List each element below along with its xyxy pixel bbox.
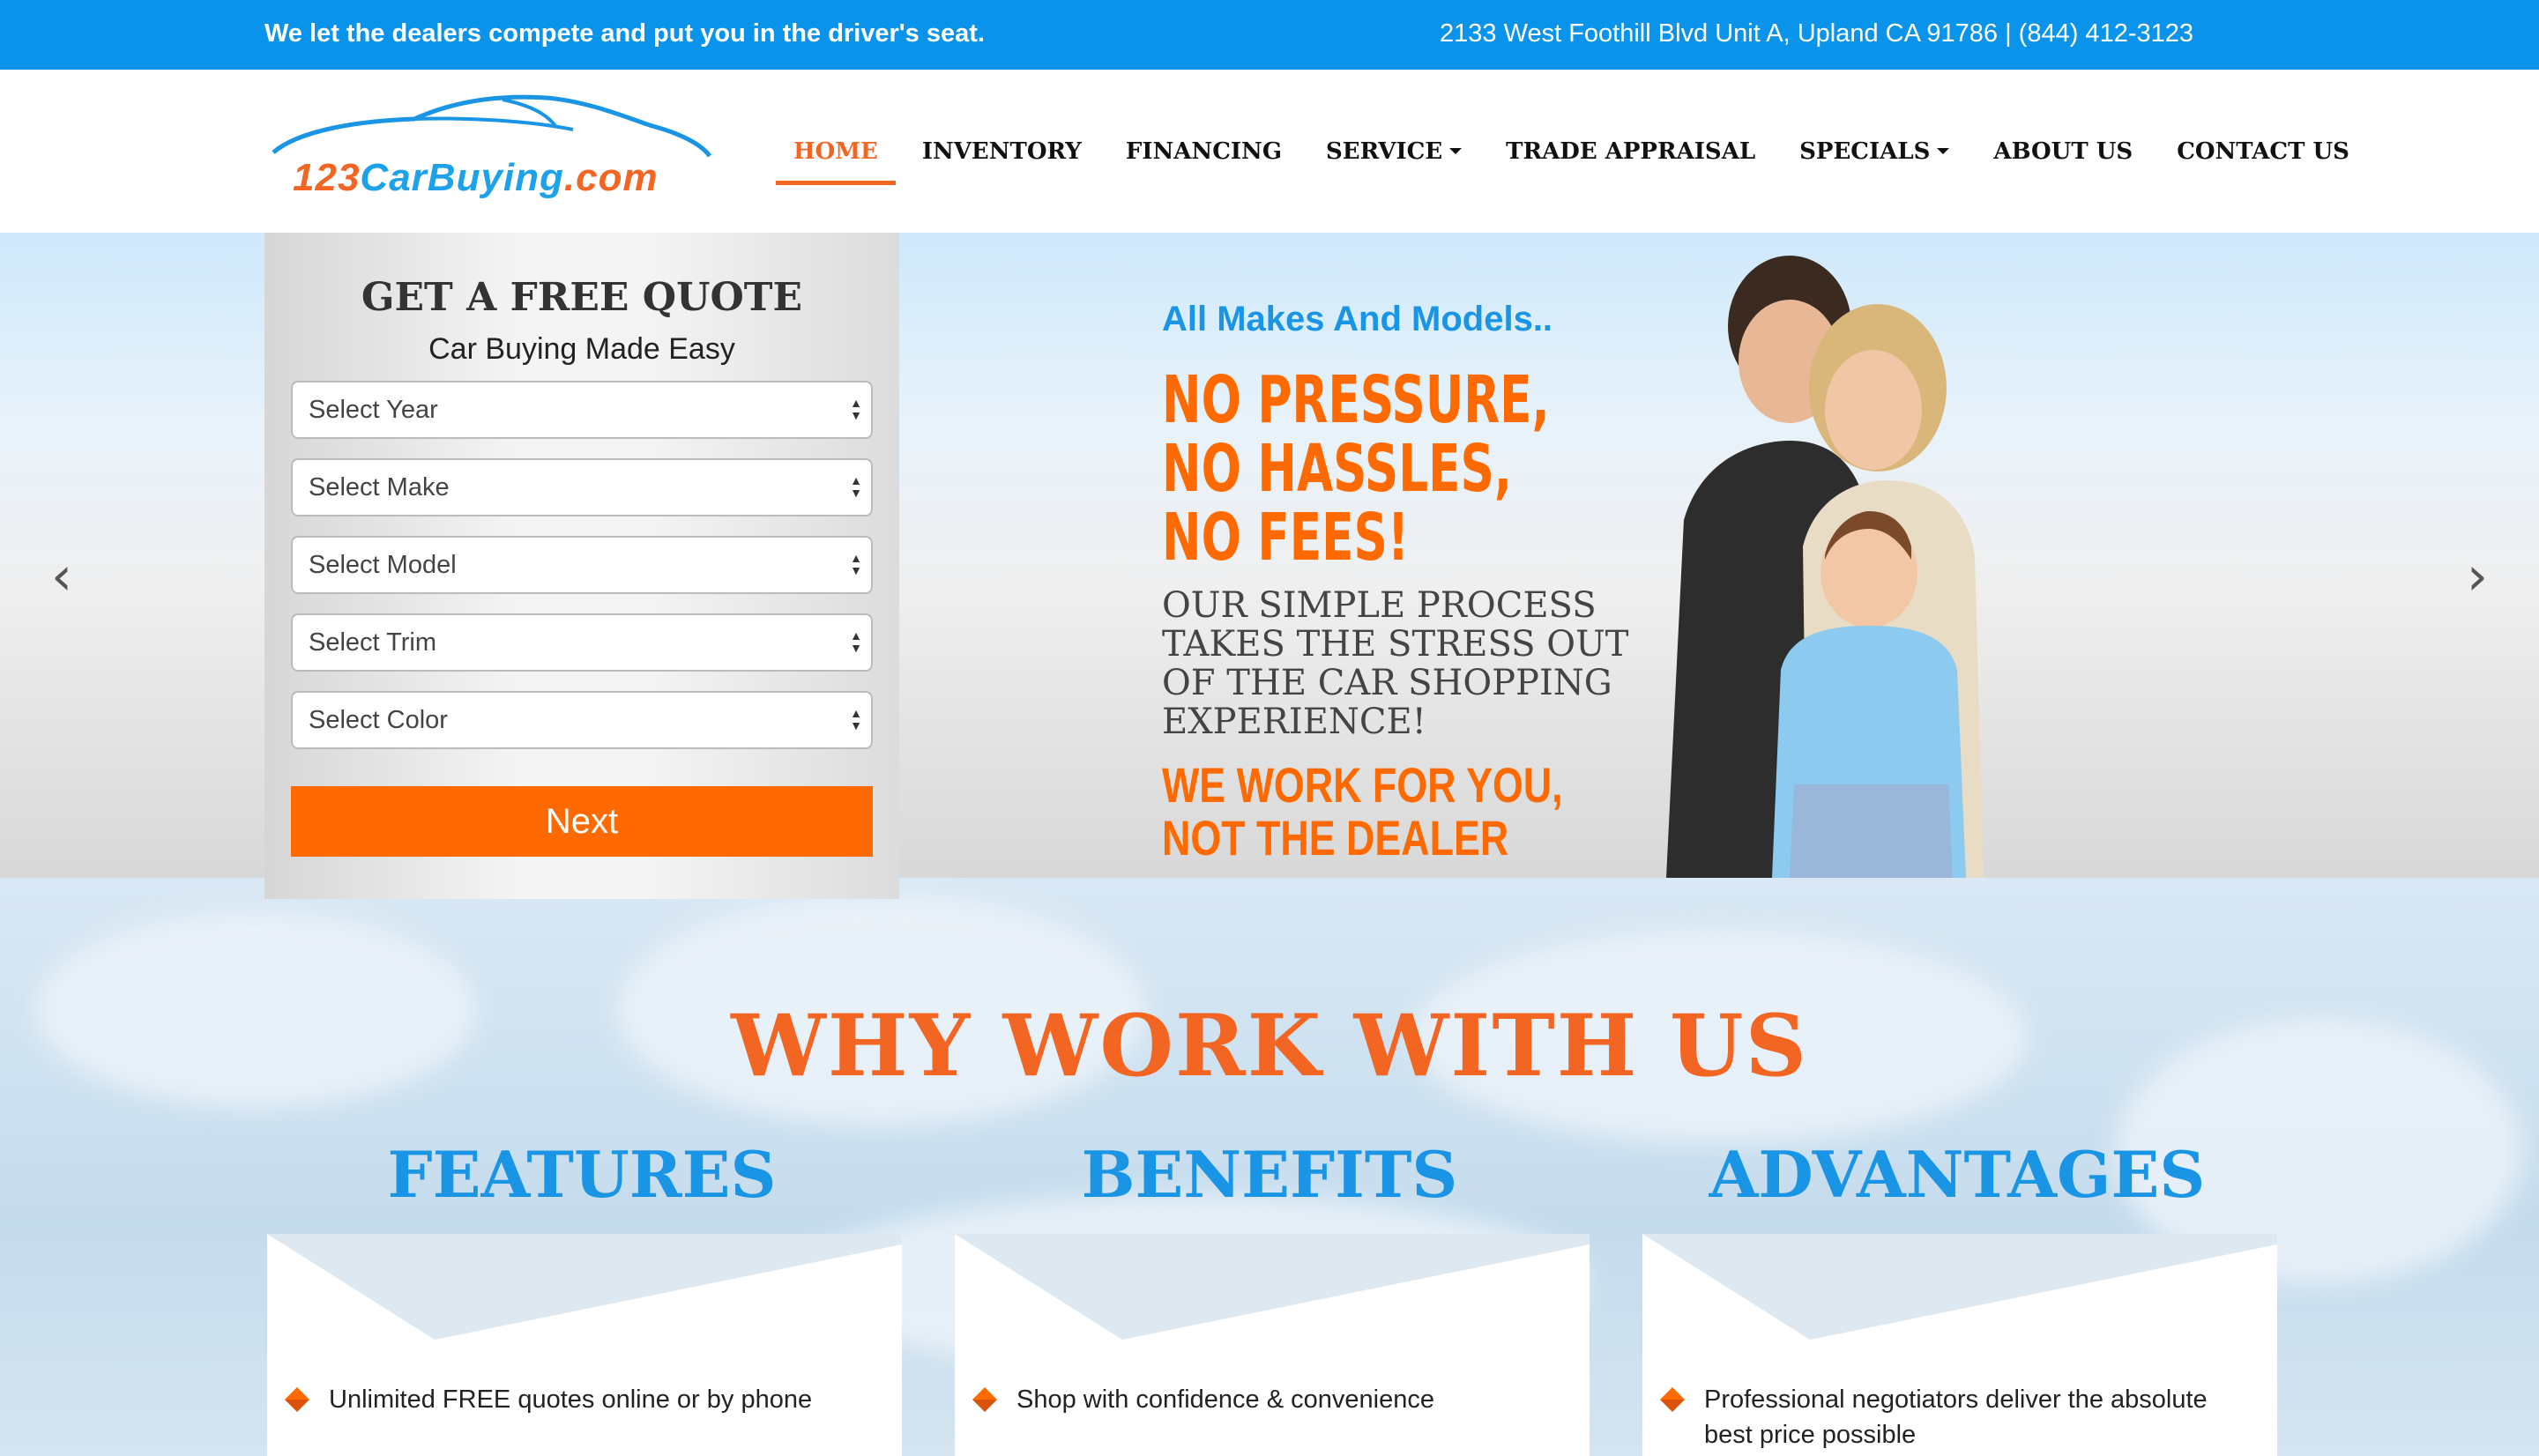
section-heading: WHY WORK WITH US (731, 996, 1808, 1096)
hero-copy: All Makes And Models.. NO PRESSURE, NO H… (1162, 300, 1744, 865)
hero-headline: NO PRESSURE, NO HASSLES, NO FEES! (1162, 362, 1550, 576)
nav-financing[interactable]: FINANCING (1126, 138, 1282, 165)
advantages-card: Professional negotiators deliver the abs… (1642, 1234, 2277, 1456)
contact-address: 2133 West Foothill Blvd Unit A, Upland C… (1440, 19, 2193, 48)
select-model-value: Select Model (309, 551, 457, 579)
select-color[interactable]: Select Color ▲ ▼ (291, 691, 873, 749)
quote-title: GET A FREE QUOTE (361, 275, 803, 320)
site-logo[interactable]: 123CarBuying.com (264, 94, 714, 209)
select-model[interactable]: Select Model ▲ ▼ (291, 536, 873, 594)
diamond-bullet-icon (1660, 1387, 1685, 1412)
main-nav: HOME INVENTORY FINANCING SERVICE TRADE A… (776, 70, 2394, 233)
updown-icon: ▲ ▼ (850, 628, 862, 655)
benefits-card: Shop with confidence & convenience (955, 1234, 1590, 1456)
nav-trade-appraisal[interactable]: TRADE APPRAISAL (1506, 138, 1755, 165)
hero-body: OUR SIMPLE PROCESS TAKES THE STRESS OUT … (1162, 585, 1629, 742)
nav-inventory[interactable]: INVENTORY (922, 138, 1082, 165)
logo-name: CarBuying (360, 156, 564, 199)
select-make-value: Select Make (309, 473, 450, 501)
nav-specials-label: SPECIALS (1799, 137, 1931, 165)
select-make[interactable]: Select Make ▲ ▼ (291, 458, 873, 516)
advantages-title: ADVANTAGES (1709, 1137, 2206, 1212)
nav-contact-us[interactable]: CONTACT US (2177, 138, 2349, 165)
select-color-value: Select Color (309, 706, 448, 734)
select-trim-value: Select Trim (309, 628, 437, 657)
hero-kicker: All Makes And Models.. (1162, 300, 1553, 338)
car-outline-icon (272, 94, 712, 158)
nav-service[interactable]: SERVICE (1326, 137, 1463, 165)
next-button[interactable]: Next (291, 786, 873, 857)
logo-number: 123 (293, 156, 361, 199)
quote-subtitle: Car Buying Made Easy (428, 332, 735, 366)
benefits-title: BENEFITS (1081, 1137, 1458, 1212)
features-title: FEATURES (387, 1137, 777, 1212)
diamond-bullet-icon (972, 1387, 997, 1412)
logo-domain: .com (563, 156, 659, 199)
card-fold (1642, 1234, 2277, 1340)
nav-home[interactable]: HOME (776, 138, 896, 185)
card-fold (267, 1234, 902, 1340)
quote-form: GET A FREE QUOTE Car Buying Made Easy Se… (264, 233, 899, 899)
updown-icon: ▲ ▼ (850, 473, 862, 500)
header: 123CarBuying.com HOME INVENTORY FINANCIN… (0, 70, 2539, 233)
chevron-right-icon[interactable]: › (2467, 546, 2488, 607)
updown-icon: ▲ ▼ (850, 551, 862, 577)
diamond-bullet-icon (285, 1387, 309, 1412)
caret-down-icon (1449, 148, 1463, 154)
advantages-item-text: Professional negotiators deliver the abs… (1704, 1385, 2208, 1449)
tagline: We let the dealers compete and put you i… (264, 19, 985, 48)
select-year-value: Select Year (309, 396, 438, 424)
list-item: Shop with confidence & convenience (972, 1382, 1572, 1417)
top-bar: We let the dealers compete and put you i… (0, 0, 2539, 70)
select-year[interactable]: Select Year ▲ ▼ (291, 381, 873, 439)
nav-about-us[interactable]: ABOUT US (1993, 138, 2133, 165)
card-fold (955, 1234, 1590, 1340)
benefits-item-text: Shop with confidence & convenience (1016, 1385, 1434, 1414)
nav-service-label: SERVICE (1326, 137, 1443, 165)
hero-tagline: WE WORK FOR YOU, NOT THE DEALER (1162, 757, 1563, 865)
list-item: Unlimited FREE quotes online or by phone (285, 1382, 884, 1417)
chevron-left-icon[interactable]: ‹ (51, 546, 72, 607)
features-item-text: Unlimited FREE quotes online or by phone (329, 1385, 813, 1414)
nav-specials[interactable]: SPECIALS (1799, 137, 1950, 165)
select-trim[interactable]: Select Trim ▲ ▼ (291, 613, 873, 672)
caret-down-icon (1937, 148, 1950, 154)
updown-icon: ▲ ▼ (850, 706, 862, 732)
list-item: Professional negotiators deliver the abs… (1660, 1382, 2260, 1452)
features-card: Unlimited FREE quotes online or by phone (267, 1234, 902, 1456)
updown-icon: ▲ ▼ (850, 396, 862, 422)
